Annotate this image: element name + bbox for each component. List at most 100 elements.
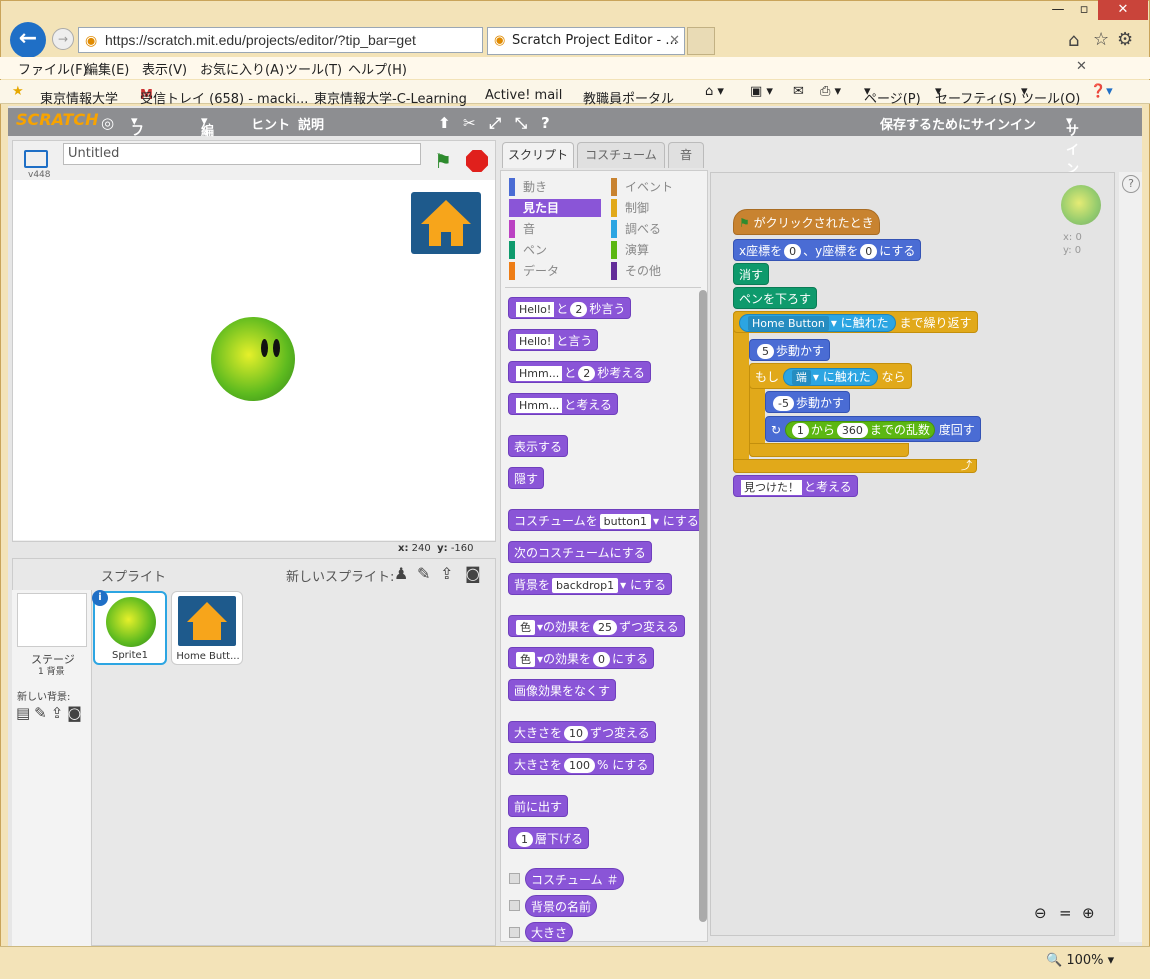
menu-view[interactable]: 表示(V) xyxy=(142,59,187,78)
block-switch-backdrop[interactable]: 背景を backdrop1 ▾ にする xyxy=(508,573,673,595)
block-think[interactable]: Hmm... と考える xyxy=(508,393,618,415)
menu-favorites[interactable]: お気に入り(A) xyxy=(200,59,284,78)
category-sound[interactable]: 音 xyxy=(509,220,535,238)
block-set-effect[interactable]: 色 ▾の効果を 0 にする xyxy=(508,647,655,669)
block-help-icon[interactable]: ? xyxy=(541,114,550,132)
paint-new-icon[interactable]: ✎ xyxy=(417,564,430,583)
help-question-icon[interactable]: ? xyxy=(1122,175,1140,193)
category-data[interactable]: データ xyxy=(509,262,559,280)
green-flag-icon[interactable]: ⚑ xyxy=(434,149,452,173)
sprite1-ball[interactable] xyxy=(211,317,295,401)
palette-scrollbar[interactable] xyxy=(699,290,707,922)
checkbox-costume-number[interactable] xyxy=(509,873,520,884)
scratch-menu-about[interactable]: 説明 xyxy=(298,114,324,133)
category-more[interactable]: その他 xyxy=(611,262,661,280)
block-change-effect[interactable]: 色 ▾の効果を 25 ずつ変える xyxy=(508,615,685,637)
block-show[interactable]: 表示する xyxy=(508,435,569,457)
save-signin-link[interactable]: 保存するためにサインイン xyxy=(880,114,1036,133)
new-tab-button[interactable] xyxy=(687,27,715,55)
block-set-size[interactable]: 大きさを 100% にする xyxy=(508,753,655,775)
sprite-library-icon[interactable]: ♟ xyxy=(394,564,408,583)
cmd-page[interactable]: ページ(P) ▾ xyxy=(864,84,921,107)
menu-file[interactable]: ファイル(F) xyxy=(18,59,88,78)
back-button[interactable]: ← xyxy=(10,22,46,58)
menubar-close-icon[interactable]: ✕ xyxy=(1076,59,1087,74)
favorites-star-icon[interactable]: ★ xyxy=(12,84,24,99)
zoom-reset-icon[interactable]: = xyxy=(1059,904,1072,922)
script-move-steps-2[interactable]: -5 歩動かす xyxy=(765,391,850,413)
sprite-tile-home-button[interactable]: Home Butt... xyxy=(171,591,243,665)
home-cmd-icon[interactable]: ⌂ ▾ xyxy=(705,84,724,99)
home-button-sprite[interactable] xyxy=(411,192,481,254)
block-hide[interactable]: 隠す xyxy=(508,467,545,489)
zoom-out-icon[interactable]: ⊖ xyxy=(1034,904,1047,922)
category-operators[interactable]: 演算 xyxy=(611,241,649,259)
tab-sounds[interactable]: 音 xyxy=(668,142,704,168)
mail-icon[interactable]: ✉ xyxy=(793,84,804,99)
block-say[interactable]: Hello! と言う xyxy=(508,329,599,351)
tab-scripts[interactable]: スクリプト xyxy=(502,142,574,168)
category-pen[interactable]: ペン xyxy=(509,241,547,259)
script-goto-xy[interactable]: x座標を 0 、y座標を 0 にする xyxy=(733,239,922,261)
menu-tools[interactable]: ツール(T) xyxy=(285,59,342,78)
reporter-size[interactable]: 大きさ xyxy=(525,922,574,942)
script-area[interactable]: x: 0 y: 0 ⚑ がクリックされたとき x座標を 0 、y座標を 0 にする 消す … xyxy=(710,172,1115,936)
info-icon[interactable]: i xyxy=(92,590,108,606)
grow-tool-icon[interactable]: ⤢ xyxy=(489,114,501,132)
block-switch-costume[interactable]: コスチュームを button1 ▾ にする xyxy=(508,509,705,531)
block-say-secs[interactable]: Hello! と 2 秒言う xyxy=(508,297,632,319)
ie-zoom-level[interactable]: 🔍 100% ▾ xyxy=(1046,953,1114,968)
block-next-costume[interactable]: 次のコスチュームにする xyxy=(508,541,652,563)
project-title-input[interactable]: Untitled xyxy=(63,143,421,165)
scratch-menu-file[interactable]: ファイル ▾ xyxy=(131,114,144,196)
favorites-star-icon[interactable]: ☆ xyxy=(1093,29,1109,50)
feeds-icon[interactable]: ▣ ▾ xyxy=(750,84,773,99)
address-bar[interactable]: ◉ https://scratch.mit.edu/projects/edito… xyxy=(78,27,483,53)
stage-canvas[interactable] xyxy=(13,180,495,540)
menu-edit[interactable]: 編集(E) xyxy=(85,59,129,78)
block-go-back-layers[interactable]: 1 層下げる xyxy=(508,827,590,849)
script-think[interactable]: 見つけた！ と考える xyxy=(733,475,858,497)
script-pen-down[interactable]: ペンを下ろす xyxy=(733,287,818,309)
block-change-size[interactable]: 大きさを 10 ずつ変える xyxy=(508,721,656,743)
checkbox-size[interactable] xyxy=(509,927,520,938)
shrink-tool-icon[interactable]: ⤡ xyxy=(515,114,527,132)
script-move-steps-1[interactable]: 5 歩動かす xyxy=(749,339,831,361)
tab-costumes[interactable]: コスチューム xyxy=(577,142,665,168)
category-motion[interactable]: 動き xyxy=(509,178,547,196)
scratch-logo[interactable]: SCRATCH xyxy=(16,110,98,134)
script-if[interactable]: もし 端 ▾ に触れた なら xyxy=(749,363,912,389)
checkbox-backdrop-name[interactable] xyxy=(509,900,520,911)
new-backdrop-icons[interactable]: ▤✎⇪◙ xyxy=(16,704,86,722)
scratch-menu-edit[interactable]: 編集 ▾ xyxy=(201,114,214,158)
stage-thumbnail[interactable] xyxy=(17,593,87,647)
script-pen-clear[interactable]: 消す xyxy=(733,263,770,285)
help-icon[interactable]: ❓▾ xyxy=(1090,84,1113,99)
category-control[interactable]: 制御 xyxy=(611,199,649,217)
camera-icon[interactable]: ◙ xyxy=(465,564,481,583)
signin-link[interactable]: サインイン ▾ xyxy=(1066,114,1079,215)
forward-button[interactable]: → xyxy=(52,28,74,50)
print-icon[interactable]: ⎙ ▾ xyxy=(820,84,841,99)
close-icon[interactable]: ✕ xyxy=(1098,0,1148,20)
cmd-tools[interactable]: ツール(O) ▾ xyxy=(1021,84,1080,107)
category-sensing[interactable]: 調べる xyxy=(611,220,661,238)
fullscreen-icon[interactable] xyxy=(24,150,48,168)
block-go-front[interactable]: 前に出す xyxy=(508,795,569,817)
upload-icon[interactable]: ⇪ xyxy=(440,564,453,583)
script-turn-random[interactable]: ↻ 1 から 360 までの乱数 度回す xyxy=(765,416,981,442)
browser-tab[interactable]: ◉ Scratch Project Editor - ... ✕ xyxy=(487,27,685,55)
delete-tool-icon[interactable]: ✂ xyxy=(463,114,476,132)
language-globe-icon[interactable]: ◎ xyxy=(101,114,114,132)
block-clear-effects[interactable]: 画像効果をなくす xyxy=(508,679,617,701)
category-events[interactable]: イベント xyxy=(611,178,673,196)
scratch-menu-tips[interactable]: ヒント xyxy=(251,114,290,133)
sprite-tile-sprite1[interactable]: i Sprite1 xyxy=(92,590,167,665)
menu-help[interactable]: ヘルプ(H) xyxy=(348,59,407,78)
script-hat-flag-clicked[interactable]: ⚑ がクリックされたとき xyxy=(733,209,880,235)
script-repeat-until[interactable]: Home Button ▾ に触れた まで繰り返す xyxy=(733,311,978,333)
settings-gear-icon[interactable]: ⚙ xyxy=(1117,29,1133,50)
tab-close-icon[interactable]: ✕ xyxy=(669,28,680,54)
cmd-safety[interactable]: セーフティ(S) ▾ xyxy=(935,84,1017,107)
home-icon[interactable]: ⌂ xyxy=(1068,30,1079,51)
